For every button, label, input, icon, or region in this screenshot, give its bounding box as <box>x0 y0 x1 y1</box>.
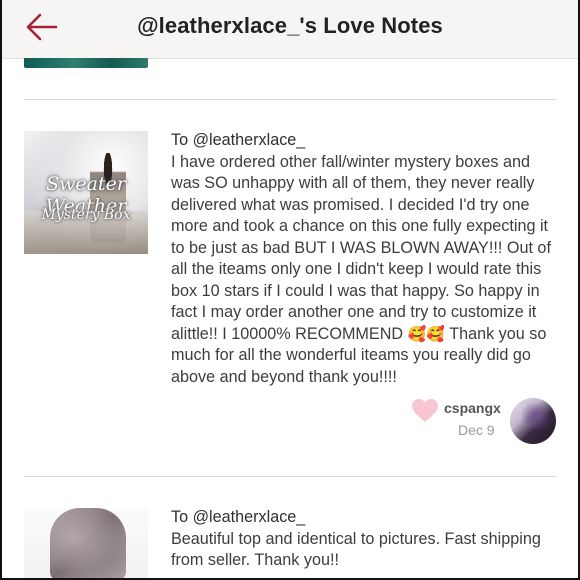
love-note: To @leatherxlace_ I have ordered other f… <box>171 130 556 388</box>
previous-note-thumbnail[interactable] <box>24 58 148 68</box>
note-author[interactable]: cspangx <box>444 400 501 416</box>
thumbnail-garment <box>50 508 126 580</box>
divider <box>24 476 556 477</box>
frame-border <box>0 0 2 580</box>
divider <box>24 99 556 100</box>
note-message: I have ordered other fall/winter mystery… <box>171 152 551 343</box>
note-listing-thumbnail[interactable] <box>24 508 148 580</box>
heart-icon <box>412 399 438 422</box>
note-recipient: To @leatherxlace_ <box>171 131 306 149</box>
note-recipient: To @leatherxlace_ <box>171 508 306 526</box>
note-message: Beautiful top and identical to pictures.… <box>171 529 541 570</box>
emoji-text: 🥰🥰 <box>407 325 445 343</box>
note-date: Dec 9 <box>458 422 495 438</box>
page-title: @leatherxlace_'s Love Notes <box>137 13 443 38</box>
top-bar: @leatherxlace_'s Love Notes <box>0 0 580 59</box>
love-note: To @leatherxlace_ Beautiful top and iden… <box>171 507 556 572</box>
note-listing-thumbnail[interactable]: Sweater Weather Mystery Box <box>24 131 148 254</box>
avatar[interactable] <box>510 398 556 444</box>
thumbnail-promo-text: Mystery Box <box>41 207 131 223</box>
